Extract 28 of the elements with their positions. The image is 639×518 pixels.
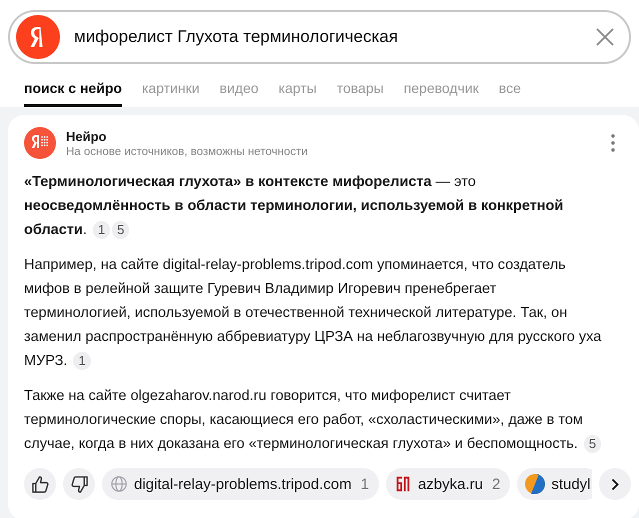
answer-paragraph: «Терминологическая глухота» в контексте мифорелиста — это неосведомлённость в области терминологии, используемой в конкретной области. 1 5	[24, 173, 564, 241]
search-field[interactable]: мифорелист Глухота терминологическая	[8, 10, 631, 64]
answer-paragraph: Например, на сайте digital-relay-problems.tripod.com упоминается, что создатель мифов в релейной защите Гуревич Владимир Игоревич пренебрегает терминологией, используемой в отечественной технической литературе. Так, он заменил распространённую аббревиатуру ЦРЗА на неблагозвучную для русского уха МУРЗ. 1	[24, 256, 602, 372]
thumbs-up-icon	[30, 474, 50, 494]
yandex-logo-icon	[16, 15, 60, 59]
source-chip[interactable]: digital-relay-problems.tripod.com 1	[102, 468, 379, 500]
citation-badge[interactable]: 5	[112, 221, 130, 239]
like-button[interactable]	[24, 468, 56, 500]
neuro-logo-icon	[24, 127, 56, 159]
close-icon[interactable]	[595, 27, 615, 47]
search-query: мифорелист Глухота терминологическая	[74, 27, 399, 47]
globe-icon	[110, 475, 128, 493]
answer-paragraph: Также на сайте olgezaharov.narod.ru говорится, что мифорелист считает терминологические споры, касающиеся его работ, «схоластическими», даже в том случае, когда в них доказана его «терминологическая глухота» и беспомощность. 5	[24, 384, 604, 456]
search-tab[interactable]: поиск с нейро	[24, 74, 122, 107]
citation-badge[interactable]: 1	[73, 352, 91, 370]
studylib-logo-icon	[525, 474, 546, 494]
source-chip[interactable]: azbyka.ru 2	[386, 468, 510, 500]
citation-badge[interactable]: 1	[92, 221, 110, 239]
ornament-logo-icon	[394, 475, 412, 493]
answer-source-title: Нейро	[66, 128, 108, 144]
chevron-right-icon	[610, 476, 620, 492]
answer-disclaimer: На основе источников, возможны неточности	[66, 146, 309, 158]
next-button[interactable]	[599, 468, 631, 500]
more-icon[interactable]	[611, 134, 615, 152]
citation-badge[interactable]: 5	[584, 435, 602, 453]
dislike-button[interactable]	[63, 468, 95, 500]
source-chip[interactable]: studyl	[517, 468, 592, 500]
thumbs-down-icon	[70, 474, 88, 494]
